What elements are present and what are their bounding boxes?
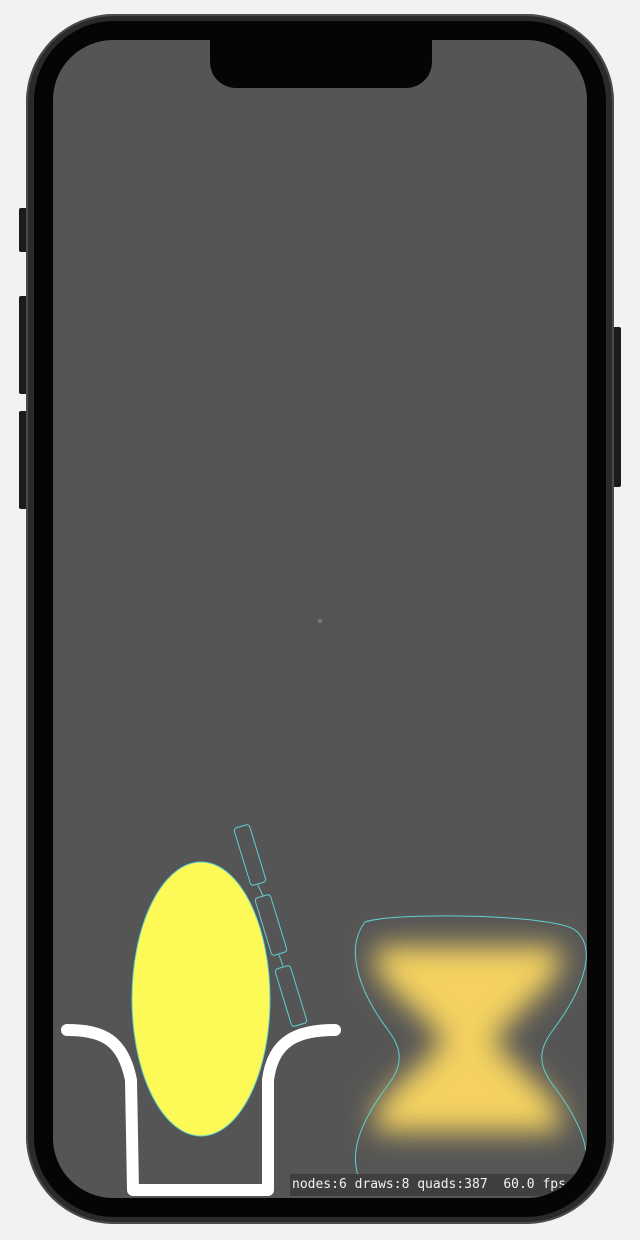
chain-joint — [278, 954, 284, 967]
chain-link[interactable] — [274, 965, 308, 1027]
camera-notch — [210, 40, 432, 88]
device-stage: nodes:6 draws:8 quads:387 60.0 fps — [0, 0, 640, 1240]
power-button — [613, 327, 621, 487]
debug-stats-overlay: nodes:6 draws:8 quads:387 60.0 fps — [290, 1174, 587, 1196]
chain-joint — [257, 884, 264, 897]
sprite-scene-view[interactable]: nodes:6 draws:8 quads:387 60.0 fps — [53, 40, 587, 1198]
scene-center-marker — [318, 619, 322, 623]
chain-link[interactable] — [233, 824, 267, 886]
yellow-ellipse-body[interactable] — [131, 861, 271, 1137]
glowing-hourglass[interactable] — [354, 915, 587, 1191]
